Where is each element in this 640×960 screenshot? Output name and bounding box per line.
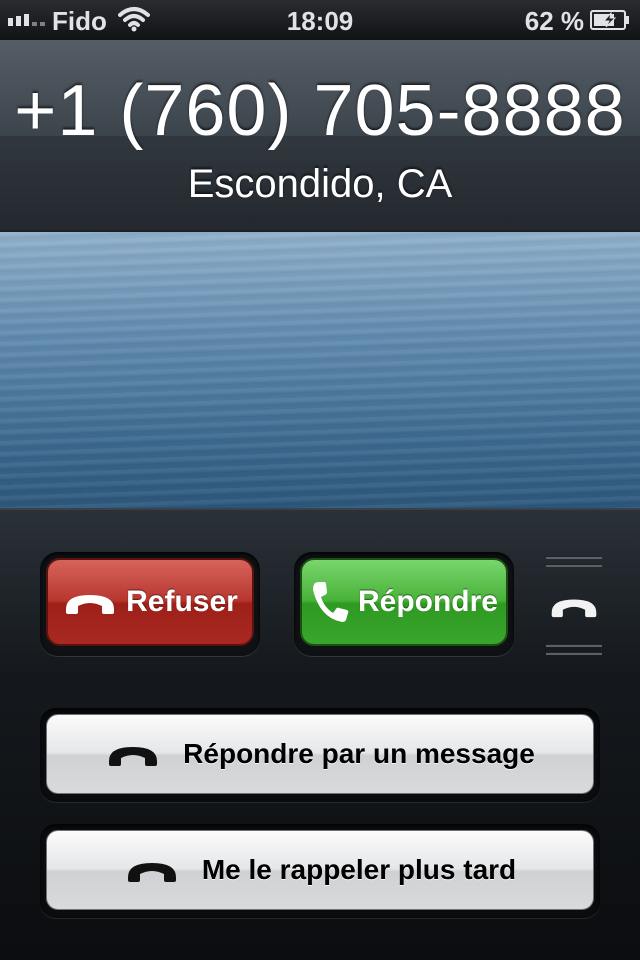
caller-number: +1 (760) 705-8888 [14,71,626,151]
remind-later-well: Me le rappeler plus tard [40,824,600,918]
status-bar: Fido 18:09 62 % [0,0,640,40]
phone-answer-icon [312,582,349,622]
answer-button-well: Répondre [294,552,514,656]
caller-header: +1 (760) 705-8888 Escondido, CA [0,40,640,232]
remind-later-button[interactable]: Me le rappeler plus tard [46,830,594,910]
slider-handle-line [546,556,602,559]
slider-handle-line [546,652,602,655]
reply-message-button[interactable]: Répondre par un message [46,714,594,794]
hang-up-icon[interactable] [548,592,600,620]
decline-button[interactable]: Refuser [46,558,254,646]
reply-message-label: Répondre par un message [183,738,535,769]
slider-handle-line [546,564,602,567]
caller-location: Escondido, CA [187,162,453,206]
remind-later-label: Me le rappeler plus tard [201,854,517,885]
battery-charging-icon [590,10,629,30]
reply-message-well: Répondre par un message [40,708,600,802]
decline-label: Refuser [126,585,238,618]
decline-button-well: Refuser [40,552,260,656]
answer-label: Répondre [357,585,498,618]
hang-up-icon [66,595,115,614]
slider-handle-line [546,644,602,647]
hang-up-icon [127,863,176,882]
battery-percent: 62 % [524,6,584,36]
wallpaper-image [0,232,640,508]
hang-up-icon [109,747,158,766]
answer-button[interactable]: Répondre [300,558,508,646]
